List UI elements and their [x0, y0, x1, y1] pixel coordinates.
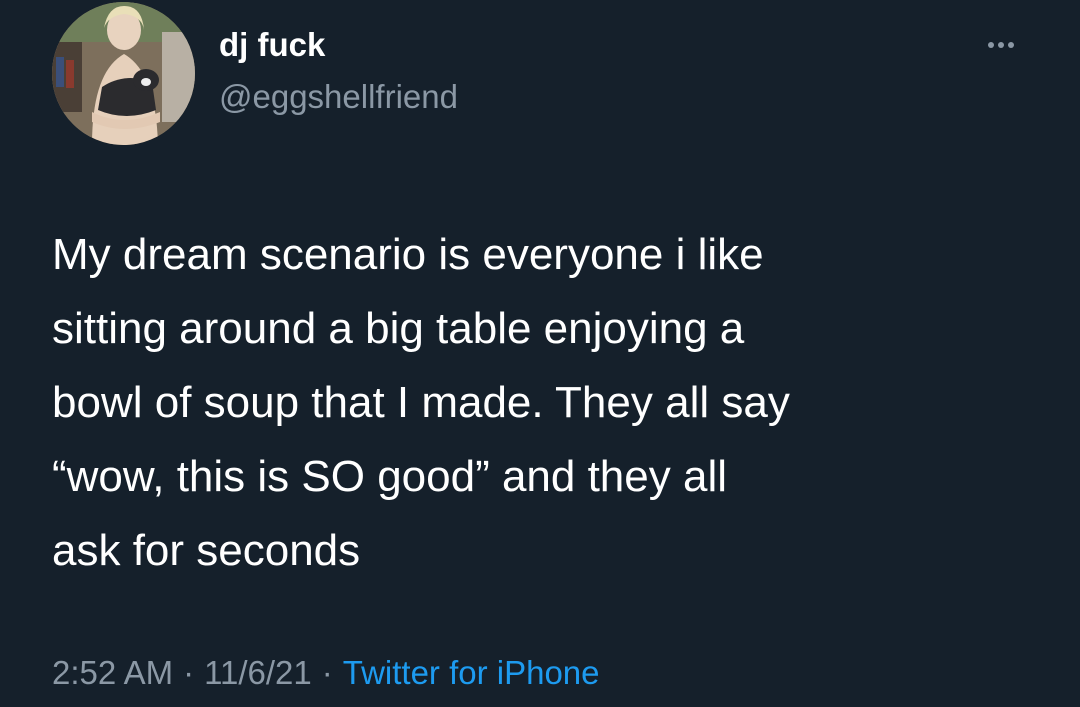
tweet-text-line: My dream scenario is everyone i like [52, 230, 764, 279]
tweet-time[interactable]: 2:52 AM [52, 654, 173, 691]
avatar[interactable] [52, 2, 195, 145]
tweet-text-line: bowl of soup that I made. They all say [52, 378, 790, 427]
tweet-card: dj fuck @eggshellfriend My dream scenari… [0, 0, 1080, 707]
separator: · [183, 654, 195, 691]
more-horizontal-icon [988, 42, 994, 48]
tweet-text-line: sitting around a big table enjoying a [52, 304, 745, 353]
tweet-metadata: 2:52 AM · 11/6/21 · Twitter for iPhone [52, 654, 600, 692]
avatar-image [52, 2, 195, 145]
tweet-text-line: “wow, this is SO good” and they all [52, 452, 727, 501]
tweet-text: My dream scenario is everyone i like sit… [52, 218, 1052, 588]
tweet-source-link[interactable]: Twitter for iPhone [343, 654, 600, 691]
more-options-button[interactable] [978, 28, 1024, 62]
separator: · [321, 654, 333, 691]
tweet-date[interactable]: 11/6/21 [204, 654, 312, 691]
more-horizontal-icon [1008, 42, 1014, 48]
more-horizontal-icon [998, 42, 1004, 48]
tweet-text-line: ask for seconds [52, 526, 361, 575]
user-handle[interactable]: @eggshellfriend [219, 78, 458, 116]
display-name[interactable]: dj fuck [219, 26, 325, 64]
